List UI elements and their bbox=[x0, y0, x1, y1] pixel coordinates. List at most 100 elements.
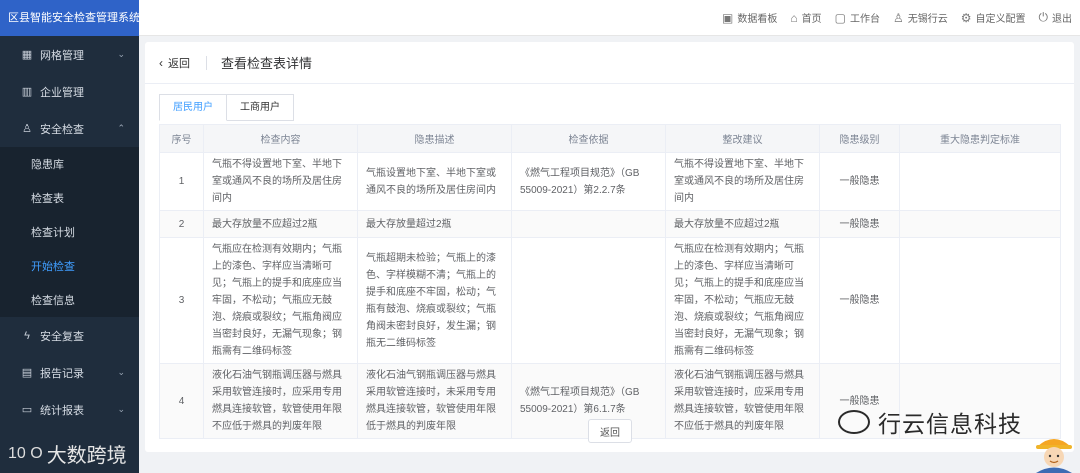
column-header: 隐患级别 bbox=[819, 124, 900, 153]
sidebar-item-safety-check[interactable]: ♙ 安全检查 ⌃ bbox=[0, 110, 139, 147]
topbar-link-label: 自定义配置 bbox=[975, 14, 1026, 25]
cell-content: 最大存放量不应超过2瓶 bbox=[203, 210, 358, 238]
power-icon: ⏻ bbox=[1038, 10, 1049, 24]
user-type-tabs: 居民用户 工商用户 bbox=[159, 94, 294, 121]
topbar-link-dashboard[interactable]: ▣ 数据看板 bbox=[722, 10, 778, 26]
watermark-text: 行云信息科技 bbox=[878, 411, 1022, 437]
topbar-link-logout[interactable]: ⏻ 退出 bbox=[1039, 10, 1073, 25]
sidebar-item-company[interactable]: ▥ 企业管理 bbox=[0, 73, 139, 110]
cell-standard bbox=[899, 237, 1061, 364]
sidebar-item-label: 安全复查 bbox=[40, 330, 84, 343]
cell-content: 液化石油气钢瓶调压器与燃具采用软管连接时，应采用专用燃具连接软管，软管使用年限不… bbox=[203, 363, 358, 439]
cell-content: 气瓶不得设置地下室、半地下室或通风不良的场所及居住房间内 bbox=[203, 152, 358, 211]
cell-basis bbox=[511, 210, 666, 238]
header-divider bbox=[206, 55, 207, 70]
topbar-link-user[interactable]: ♙ 无锡行云 bbox=[892, 10, 948, 26]
back-label: 返回 bbox=[168, 57, 190, 70]
sidebar-subitem-hazard-library[interactable]: 隐患库 bbox=[0, 147, 139, 181]
watermark-brand: 行云信息科技 bbox=[838, 405, 1022, 439]
sidebar-item-label: 安全检查 bbox=[40, 123, 84, 136]
column-header: 重大隐患判定标准 bbox=[899, 124, 1061, 153]
user-icon: ♙ bbox=[892, 10, 904, 25]
column-header: 检查依据 bbox=[511, 124, 666, 153]
page-title: 查看检查表详情 bbox=[221, 56, 313, 71]
table-row: 1 气瓶不得设置地下室、半地下室或通风不良的场所及居住房间内 气瓶设置地下室、半… bbox=[159, 152, 1061, 211]
sidebar-subitem-check-plan[interactable]: 检查计划 bbox=[0, 215, 139, 249]
chevron-down-icon: ⌄ bbox=[117, 49, 125, 59]
cell-basis: 《燃气工程项目规范》（GB 55009-2021）第2.2.7条 bbox=[511, 152, 666, 211]
sidebar-item-label: 统计报表 bbox=[40, 404, 84, 417]
monitor-icon: ▢ bbox=[834, 10, 846, 25]
tab-commercial[interactable]: 工商用户 bbox=[227, 94, 294, 121]
topbar-link-workbench[interactable]: ▢ 工作台 bbox=[834, 10, 880, 26]
watermark-left-text: 大数跨境 bbox=[46, 445, 127, 467]
topbar-link-label: 无锡行云 bbox=[907, 14, 948, 25]
cell-suggestion: 气瓶应在检测有效期内；气瓶上的漆色、字样应当清晰可见；气瓶上的提手和底座应当牢固… bbox=[665, 237, 820, 364]
sidebar: 区县智能安全检查管理系统 ▦ 网格管理 ⌄ ▥ 企业管理 ♙ 安全检查 ⌃ 隐患… bbox=[0, 0, 139, 473]
cell-no: 4 bbox=[159, 363, 204, 439]
gear-icon: ⚙ bbox=[960, 10, 972, 25]
cell-level: 一般隐患 bbox=[819, 210, 900, 238]
watermark-left: 10 O 大数跨境 bbox=[8, 439, 127, 468]
tab-residential[interactable]: 居民用户 bbox=[159, 94, 227, 121]
sidebar-subitem-check-info[interactable]: 检查信息 bbox=[0, 283, 139, 317]
cell-description: 气瓶超期未检验；气瓶上的漆色、字样模糊不清；气瓶上的提手和底座不牢固，松动；气瓶… bbox=[357, 237, 512, 364]
cell-suggestion: 气瓶不得设置地下室、半地下室或通风不良的场所及居住房间内 bbox=[665, 152, 820, 211]
cell-basis bbox=[511, 237, 666, 364]
cell-no: 3 bbox=[159, 237, 204, 364]
sidebar-subitem-start-check[interactable]: 开始检查 bbox=[0, 249, 139, 283]
sidebar-item-label: 报告记录 bbox=[40, 367, 84, 380]
checklist-table: 序号 检查内容 隐患描述 检查依据 整改建议 隐患级别 重大隐患判定标准 1 气… bbox=[159, 124, 1061, 439]
cell-description: 气瓶设置地下室、半地下室或通风不良的场所及居住房间内 bbox=[357, 152, 512, 211]
topbar-link-label: 数据看板 bbox=[737, 14, 778, 25]
home-icon: ⌂ bbox=[790, 10, 798, 25]
chevron-down-icon: ⌄ bbox=[117, 367, 125, 377]
avatar bbox=[1036, 439, 1072, 473]
cell-suggestion: 最大存放量不应超过2瓶 bbox=[665, 210, 820, 238]
chevron-up-icon: ⌃ bbox=[117, 123, 125, 133]
cell-level: 一般隐患 bbox=[819, 237, 900, 364]
detail-card: ‹ 返回 查看检查表详情 居民用户 工商用户 序号 检查内容 隐患描述 检查依据… bbox=[145, 42, 1074, 452]
cell-description: 最大存放量超过2瓶 bbox=[357, 210, 512, 238]
topbar-link-label: 工作台 bbox=[849, 14, 880, 25]
inspector-icon: ♙ bbox=[22, 123, 32, 135]
topbar-link-label: 退出 bbox=[1052, 14, 1072, 25]
cell-standard bbox=[899, 152, 1061, 211]
wechat-icon bbox=[838, 410, 870, 434]
sidebar-item-report[interactable]: ▤ 报告记录 ⌄ bbox=[0, 354, 139, 391]
sidebar-item-label: 网格管理 bbox=[40, 49, 84, 62]
back-link[interactable]: ‹ 返回 bbox=[159, 55, 190, 71]
cell-suggestion: 液化石油气钢瓶调压器与燃具采用软管连接时，应采用专用燃具连接软管，软管使用年限不… bbox=[665, 363, 820, 439]
table-header-row: 序号 检查内容 隐患描述 检查依据 整改建议 隐患级别 重大隐患判定标准 bbox=[159, 124, 1061, 153]
back-button[interactable]: 返回 bbox=[588, 419, 632, 443]
topbar-link-home[interactable]: ⌂ 首页 bbox=[790, 10, 822, 26]
report-icon: ▤ bbox=[21, 367, 33, 379]
cell-no: 2 bbox=[159, 210, 204, 238]
sidebar-item-grid[interactable]: ▦ 网格管理 ⌄ bbox=[0, 36, 139, 73]
sidebar-item-recheck[interactable]: ϟ 安全复查 bbox=[0, 317, 139, 354]
grid-icon: ▦ bbox=[21, 49, 33, 61]
sidebar-nav: ▦ 网格管理 ⌄ ▥ 企业管理 ♙ 安全检查 ⌃ 隐患库 检查表 检查计划 开始… bbox=[0, 36, 139, 428]
column-header: 检查内容 bbox=[203, 124, 358, 153]
column-header: 整改建议 bbox=[665, 124, 820, 153]
cell-no: 1 bbox=[159, 152, 204, 211]
table-row: 2 最大存放量不应超过2瓶 最大存放量超过2瓶 最大存放量不应超过2瓶 一般隐患 bbox=[159, 210, 1061, 238]
stats-icon: ▭ bbox=[21, 404, 33, 416]
sidebar-item-statistics[interactable]: ▭ 统计报表 ⌄ bbox=[0, 391, 139, 428]
column-header: 序号 bbox=[159, 124, 204, 153]
topbar-link-settings[interactable]: ⚙ 自定义配置 bbox=[960, 10, 1026, 26]
top-bar: ▣ 数据看板 ⌂ 首页 ▢ 工作台 ♙ 无锡行云 ⚙ 自定义配置 ⏻ 退出 bbox=[139, 0, 1080, 36]
cell-description: 液化石油气钢瓶调压器与燃具采用软管连接时，未采用专用燃具连接软管，软管使用年限低… bbox=[357, 363, 512, 439]
topbar-link-label: 首页 bbox=[801, 14, 822, 25]
cell-standard bbox=[899, 210, 1061, 238]
app-title: 区县智能安全检查管理系统 bbox=[0, 0, 139, 36]
chevron-down-icon: ⌄ bbox=[117, 404, 125, 414]
recheck-icon: ϟ bbox=[24, 329, 30, 342]
column-header: 隐患描述 bbox=[357, 124, 512, 153]
dashboard-icon: ▣ bbox=[722, 10, 734, 25]
building-icon: ▥ bbox=[21, 86, 33, 98]
table-row: 3 气瓶应在检测有效期内；气瓶上的漆色、字样应当清晰可见；气瓶上的提手和底座应当… bbox=[159, 237, 1061, 364]
page-header: ‹ 返回 查看检查表详情 bbox=[145, 42, 1074, 84]
sidebar-subitem-checklist[interactable]: 检查表 bbox=[0, 181, 139, 215]
cell-level: 一般隐患 bbox=[819, 152, 900, 211]
